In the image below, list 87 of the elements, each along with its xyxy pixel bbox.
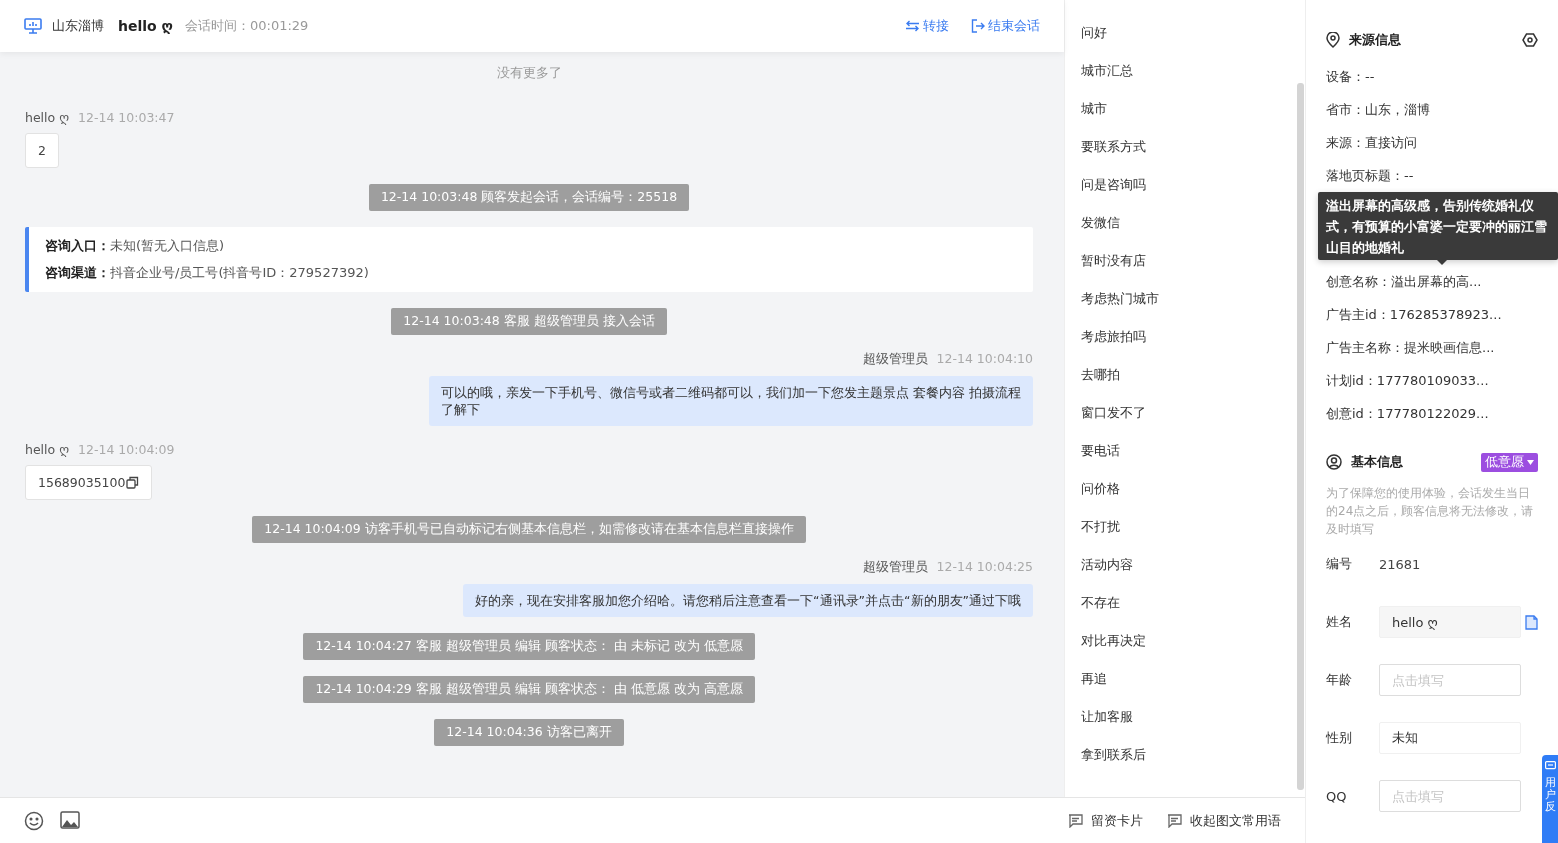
- quick-reply-item[interactable]: 发微信: [1081, 204, 1120, 242]
- quick-reply-item[interactable]: 窗口发不了: [1081, 394, 1146, 432]
- emoji-icon[interactable]: [24, 810, 44, 831]
- note-icon: [1068, 813, 1083, 828]
- image-icon[interactable]: [60, 810, 80, 829]
- scrollbar[interactable]: [1297, 83, 1304, 790]
- section-title: 来源信息: [1349, 31, 1401, 49]
- message-time: 12-14 10:04:25: [936, 559, 1033, 574]
- no-more-notice: 没有更多了: [496, 64, 562, 82]
- quick-reply-item[interactable]: 再追: [1081, 660, 1107, 698]
- quick-reply-item[interactable]: 暂时没有店: [1081, 242, 1146, 280]
- quick-reply-item[interactable]: 不存在: [1081, 584, 1120, 622]
- message-icon: [1544, 761, 1556, 771]
- agent-message: 好的亲，现在安排客服加您介绍哈。请您稍后注意查看一下“通讯录”并点击“新的朋友”通过下哦: [463, 584, 1033, 617]
- entry-label: 咨询渠道：: [45, 265, 110, 280]
- name-field[interactable]: hello ღ: [1379, 606, 1521, 638]
- field-label: 年龄: [1326, 671, 1353, 689]
- source-info-row: 计划id：177780109033...: [1326, 373, 1489, 388]
- system-message: 12-14 10:04:29 客服 超级管理员 编辑 顾客状态： 由 低意愿 改为 高意愿: [303, 676, 755, 703]
- field-label: QQ: [1326, 788, 1348, 804]
- visitor-message: 15689035100: [25, 465, 153, 500]
- visitor-location: 山东淄博: [52, 17, 104, 35]
- quick-reply-item[interactable]: 问好: [1081, 14, 1107, 52]
- system-message: 12-14 10:04:09 访客手机号已自动标记右侧基本信息栏，如需修改请在基本信息栏直接操作: [252, 516, 806, 543]
- quick-reply-item[interactable]: 让加客服: [1081, 698, 1133, 736]
- entry-label: 咨询入口：: [45, 238, 110, 253]
- entry-value: 未知(暂无入口信息): [110, 238, 225, 253]
- location-pin-icon: [1326, 32, 1340, 48]
- session-duration: 会话时间：00:01:29: [184, 17, 309, 35]
- quick-reply-item[interactable]: 拿到联系后: [1081, 736, 1146, 774]
- quick-reply-item[interactable]: 活动内容: [1081, 546, 1133, 584]
- quick-reply-item[interactable]: 不打扰: [1081, 508, 1120, 546]
- visitor-name: hello ღ: [118, 18, 173, 34]
- toolbar-button[interactable]: 留资卡片: [1068, 811, 1143, 830]
- source-info-row: 来源：直接访问: [1326, 135, 1417, 150]
- visitor-message: 2: [25, 133, 59, 168]
- hexagon-settings-icon[interactable]: [1522, 32, 1538, 48]
- quick-reply-item[interactable]: 问价格: [1081, 470, 1120, 508]
- caret-icon: [1527, 459, 1534, 465]
- quick-reply-item[interactable]: 考虑旅拍吗: [1081, 318, 1146, 356]
- field-label: 性别: [1326, 729, 1353, 747]
- entry-value: 抖音企业号/员工号(抖音号ID：279527392): [110, 265, 369, 280]
- tooltip: 溢出屏幕的高级感，告别传统婚礼仪式，有预算的小富婆一定要冲的丽江雪山目的地婚礼: [1318, 192, 1558, 260]
- monitor-icon: [24, 18, 42, 34]
- quick-reply-item[interactable]: 去哪拍: [1081, 356, 1120, 394]
- transfer-button[interactable]: 转接: [905, 17, 949, 35]
- logout-icon: [971, 19, 985, 33]
- source-info-row: 落地页标题：--: [1326, 168, 1414, 183]
- select-field[interactable]: 未知: [1379, 722, 1521, 754]
- sender-name: hello ღ: [25, 442, 69, 457]
- note-icon: [1167, 813, 1182, 828]
- source-info-row: 设备：--: [1326, 69, 1375, 84]
- section-title: 基本信息: [1351, 453, 1403, 471]
- quick-reply-item[interactable]: 城市汇总: [1081, 52, 1133, 90]
- quick-reply-item[interactable]: 要电话: [1081, 432, 1120, 470]
- end-session-button[interactable]: 结束会话: [971, 17, 1040, 35]
- message-time: 12-14 10:04:10: [936, 351, 1033, 366]
- tooltip-arrow: [1437, 260, 1447, 265]
- system-message: 12-14 10:04:27 客服 超级管理员 编辑 顾客状态： 由 未标记 改为 低意愿: [303, 633, 755, 660]
- copy-icon[interactable]: [126, 476, 140, 489]
- quick-reply-item[interactable]: 问是咨询吗: [1081, 166, 1146, 204]
- source-info-row: 创意名称：溢出屏幕的高...: [1326, 274, 1482, 289]
- sender-name: 超级管理员: [862, 559, 928, 576]
- notice-text: 为了保障您的使用体验，会话发生当日的24点之后，顾客信息将无法修改，请及时填写: [1326, 485, 1535, 538]
- sender-name: hello ღ: [25, 110, 69, 125]
- source-info-row: 广告主名称：提米映画信息...: [1326, 340, 1495, 355]
- system-message: 12-14 10:03:48 顾客发起会话，会话编号：25518: [368, 184, 690, 211]
- message-time: 12-14 10:03:47: [78, 110, 175, 125]
- source-info-row: 广告主id：176285378923...: [1326, 307, 1502, 322]
- source-info-row: 省市：山东，淄博: [1326, 102, 1430, 117]
- system-message: 12-14 10:03:48 客服 超级管理员 接入会话: [391, 308, 667, 335]
- quick-reply-item[interactable]: 城市: [1081, 90, 1107, 128]
- field-label: 编号: [1326, 555, 1353, 573]
- system-message: 12-14 10:04:36 访客已离开: [434, 719, 624, 746]
- quick-reply-item[interactable]: 对比再决定: [1081, 622, 1146, 660]
- field-value: 21681: [1379, 556, 1421, 572]
- intent-tag[interactable]: 低意愿: [1481, 452, 1538, 472]
- sender-name: 超级管理员: [862, 351, 928, 368]
- agent-message: 可以的哦，亲发一下手机号、微信号或者二维码都可以，我们加一下您发主题景点 套餐内容 拍摄流程了解下: [429, 376, 1033, 426]
- quick-reply-item[interactable]: 考虑热门城市: [1081, 280, 1159, 318]
- user-icon: [1326, 454, 1342, 470]
- field-label: 姓名: [1326, 613, 1353, 631]
- message-time: 12-14 10:04:09: [78, 442, 175, 457]
- toolbar-button[interactable]: 收起图文常用语: [1167, 811, 1281, 830]
- quick-reply-item[interactable]: 要联系方式: [1081, 128, 1146, 166]
- transfer-icon: [905, 20, 920, 32]
- source-info-row: 创意id：177780122029...: [1326, 406, 1489, 421]
